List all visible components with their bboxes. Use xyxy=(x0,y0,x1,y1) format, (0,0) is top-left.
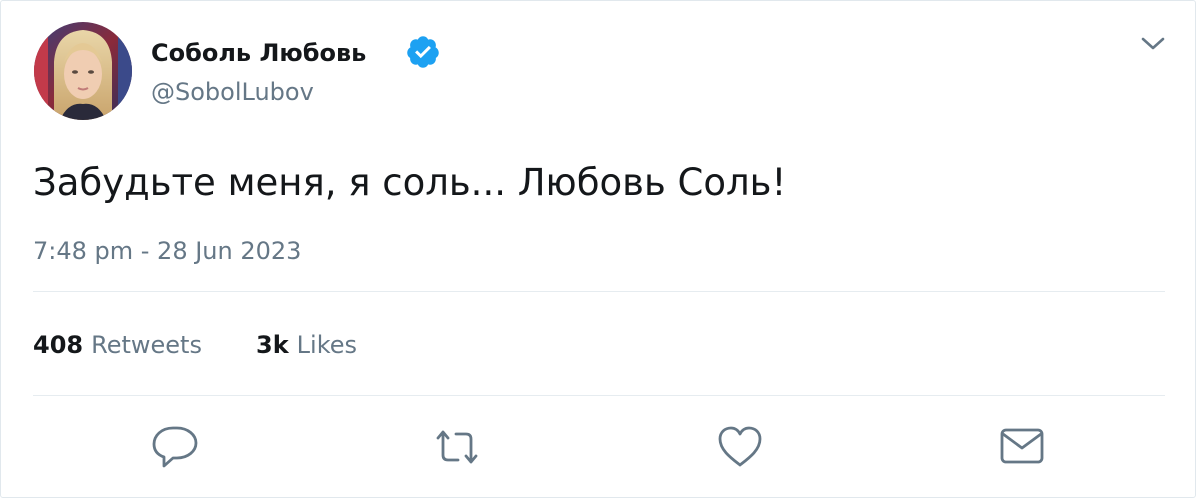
likes-stat[interactable]: 3k Likes xyxy=(256,331,357,359)
reply-button[interactable] xyxy=(147,419,203,475)
chevron-down-icon[interactable] xyxy=(1136,31,1170,55)
retweets-stat[interactable]: 408 Retweets xyxy=(33,331,202,359)
likes-label: Likes xyxy=(296,331,358,359)
likes-count: 3k xyxy=(256,331,289,359)
display-name[interactable]: Соболь Любовь xyxy=(151,39,366,67)
direct-message-button[interactable] xyxy=(994,419,1050,475)
speech-bubble-icon xyxy=(152,426,198,468)
retweets-count: 408 xyxy=(33,331,84,359)
retweets-label: Retweets xyxy=(91,331,202,359)
user-handle[interactable]: @SobolLubov xyxy=(151,78,314,106)
verified-badge-icon xyxy=(405,34,441,70)
tweet-text: Забудьте меня, я соль... Любовь Соль! xyxy=(33,161,787,204)
heart-icon xyxy=(718,426,762,467)
envelope-icon xyxy=(1000,428,1044,464)
avatar-image xyxy=(34,22,132,120)
avatar[interactable] xyxy=(34,22,132,120)
tweet-card: Соболь Любовь @SobolLubov Забудьте меня,… xyxy=(0,0,1196,498)
retweet-button[interactable] xyxy=(429,419,485,475)
like-button[interactable] xyxy=(712,419,768,475)
tweet-timestamp[interactable]: 7:48 pm - 28 Jun 2023 xyxy=(33,237,301,265)
divider xyxy=(33,291,1165,292)
retweet-icon xyxy=(436,430,478,464)
divider xyxy=(33,395,1165,396)
